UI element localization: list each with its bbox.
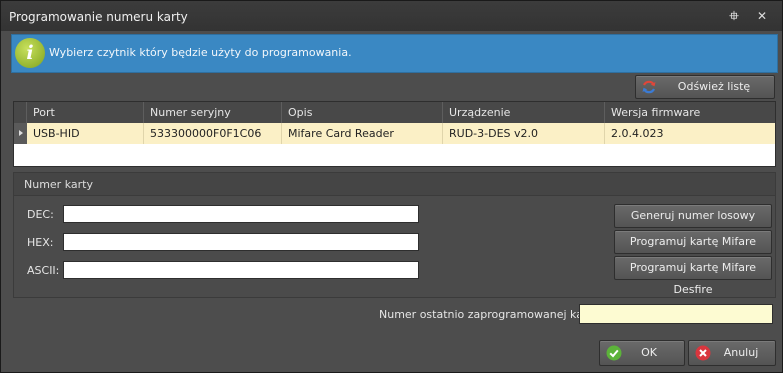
table-row[interactable]: USB-HID 533300000F0F1C06 Mifare Card Rea… <box>14 123 775 144</box>
refresh-icon <box>642 80 656 94</box>
cancel-icon <box>695 345 711 361</box>
ok-label: OK <box>641 346 657 359</box>
check-icon <box>606 345 622 361</box>
cell-serial: 533300000F0F1C06 <box>144 123 282 144</box>
group-title: Numer karty <box>24 178 93 191</box>
cell-description: Mifare Card Reader <box>282 123 443 144</box>
title-bar: Programowanie numeru karty ⯐ ✕ <box>1 1 782 31</box>
cell-firmware: 2.0.4.023 <box>611 127 664 140</box>
program-mifare-desfire-button[interactable]: Programuj kartę Mifare Desfire <box>614 256 772 296</box>
column-header-serial[interactable]: Numer seryjny <box>144 102 282 123</box>
column-header-firmware[interactable]: Wersja firmware <box>605 102 775 123</box>
row-selected-indicator-icon <box>14 123 27 144</box>
last-programmed-input[interactable] <box>579 304 773 324</box>
ascii-input[interactable] <box>63 261 419 279</box>
generate-random-number-button[interactable]: Generuj numer losowy <box>614 204 772 228</box>
dialog-window: Programowanie numeru karty ⯐ ✕ i Wybierz… <box>0 0 783 373</box>
close-icon[interactable]: ✕ <box>753 7 771 25</box>
dec-label: DEC: <box>27 208 54 221</box>
column-header-description[interactable]: Opis <box>282 102 443 123</box>
hex-input[interactable] <box>63 233 419 251</box>
ascii-label: ASCII: <box>27 264 60 277</box>
info-banner: i Wybierz czytnik który będzie użyty do … <box>11 34 778 73</box>
program-mifare-classic-button[interactable]: Programuj kartę Mifare Classic <box>614 230 772 270</box>
dec-input[interactable] <box>63 205 419 223</box>
info-icon: i <box>15 38 45 68</box>
table-header: Port Numer seryjny Opis Urządzenie Wersj… <box>14 102 775 123</box>
window-title: Programowanie numeru karty <box>9 10 188 24</box>
cancel-label: Anuluj <box>723 346 759 359</box>
hex-label: HEX: <box>27 236 54 249</box>
pin-icon[interactable]: ⯐ <box>725 7 743 25</box>
info-text: Wybierz czytnik który będzie użyty do pr… <box>49 46 352 59</box>
ok-button[interactable]: OK <box>599 340 685 366</box>
devices-table: Port Numer seryjny Opis Urządzenie Wersj… <box>13 101 776 167</box>
cell-device: RUD-3-DES v2.0 <box>443 123 605 144</box>
refresh-devices-button[interactable]: Odśwież listę urzadzeń <box>635 75 775 115</box>
card-number-group: Numer karty DEC: HEX: ASCII: Generuj num… <box>13 172 776 298</box>
cancel-button[interactable]: Anuluj <box>688 340 776 366</box>
column-header-device[interactable]: Urządzenie <box>443 102 605 123</box>
group-header: Numer karty <box>14 173 775 196</box>
last-programmed-label: Numer ostatnio zaprogramowanej karty: <box>379 308 602 321</box>
header-indicator-cell <box>14 102 27 123</box>
cell-port: USB-HID <box>27 123 144 144</box>
column-header-port[interactable]: Port <box>27 102 144 123</box>
